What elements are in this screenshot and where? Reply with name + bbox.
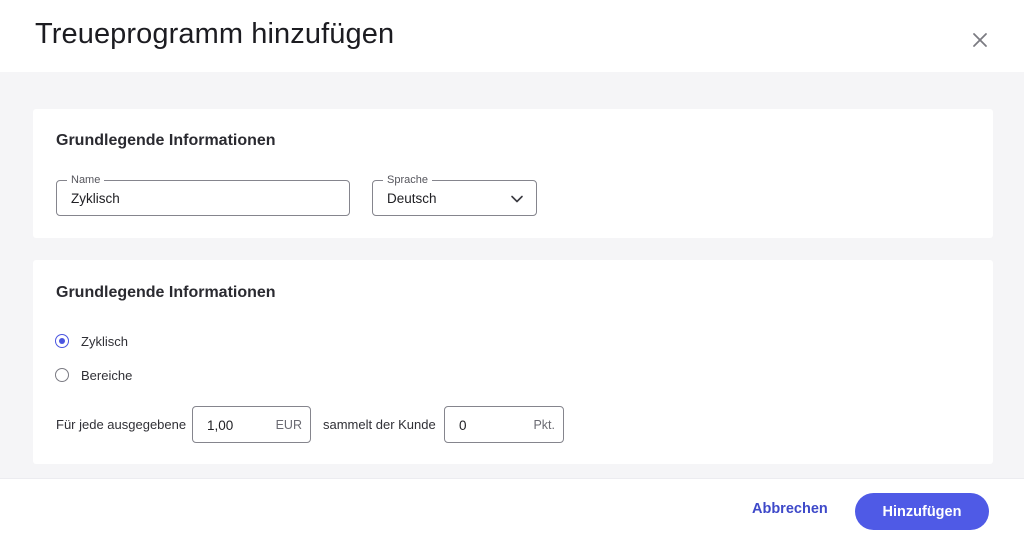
add-button-label: Hinzufügen [882,503,962,520]
program-type-card: Grundlegende Informationen Zyklisch Bere… [33,260,993,464]
section-title: Grundlegende Informationen [56,284,276,301]
close-icon [973,33,987,47]
dialog-footer: Abbrechen Hinzufügen [0,478,1024,540]
section-title: Grundlegende Informationen [56,132,276,149]
name-field-label: Name [67,173,105,187]
name-field-value: Zyklisch [71,191,120,206]
radio-button[interactable] [55,368,69,382]
language-select-value: Deutsch [387,191,437,206]
cancel-button[interactable]: Abbrechen [752,501,828,517]
close-button[interactable] [968,28,992,52]
add-button[interactable]: Hinzufügen [855,493,989,530]
name-field[interactable]: Name Zyklisch [56,173,350,216]
radio-label: Zyklisch [81,333,128,349]
points-value: 0 [459,418,467,433]
points-input[interactable]: 0 Pkt. [444,406,564,443]
dialog-title: Treueprogramm hinzufügen [35,18,395,50]
dialog-header: Treueprogramm hinzufügen [0,0,1024,72]
amount-value: 1,00 [207,418,234,433]
points-unit: Pkt. [533,418,555,432]
language-select[interactable]: Sprache Deutsch [372,173,537,216]
radio-button-checked[interactable] [55,334,69,348]
amount-unit: EUR [275,418,302,432]
rule-prefix-text: Für jede ausgegebene [56,417,187,432]
basic-info-card: Grundlegende Informationen Name Zyklisch… [33,109,993,238]
radio-option-bereiche[interactable]: Bereiche [55,366,132,384]
chevron-down-icon [511,195,523,203]
amount-input[interactable]: 1,00 EUR [192,406,311,443]
language-select-label: Sprache [383,173,432,187]
rule-middle-text: sammelt der Kunde [323,417,436,432]
radio-option-zyklisch[interactable]: Zyklisch [55,332,128,350]
radio-label: Bereiche [81,367,133,383]
